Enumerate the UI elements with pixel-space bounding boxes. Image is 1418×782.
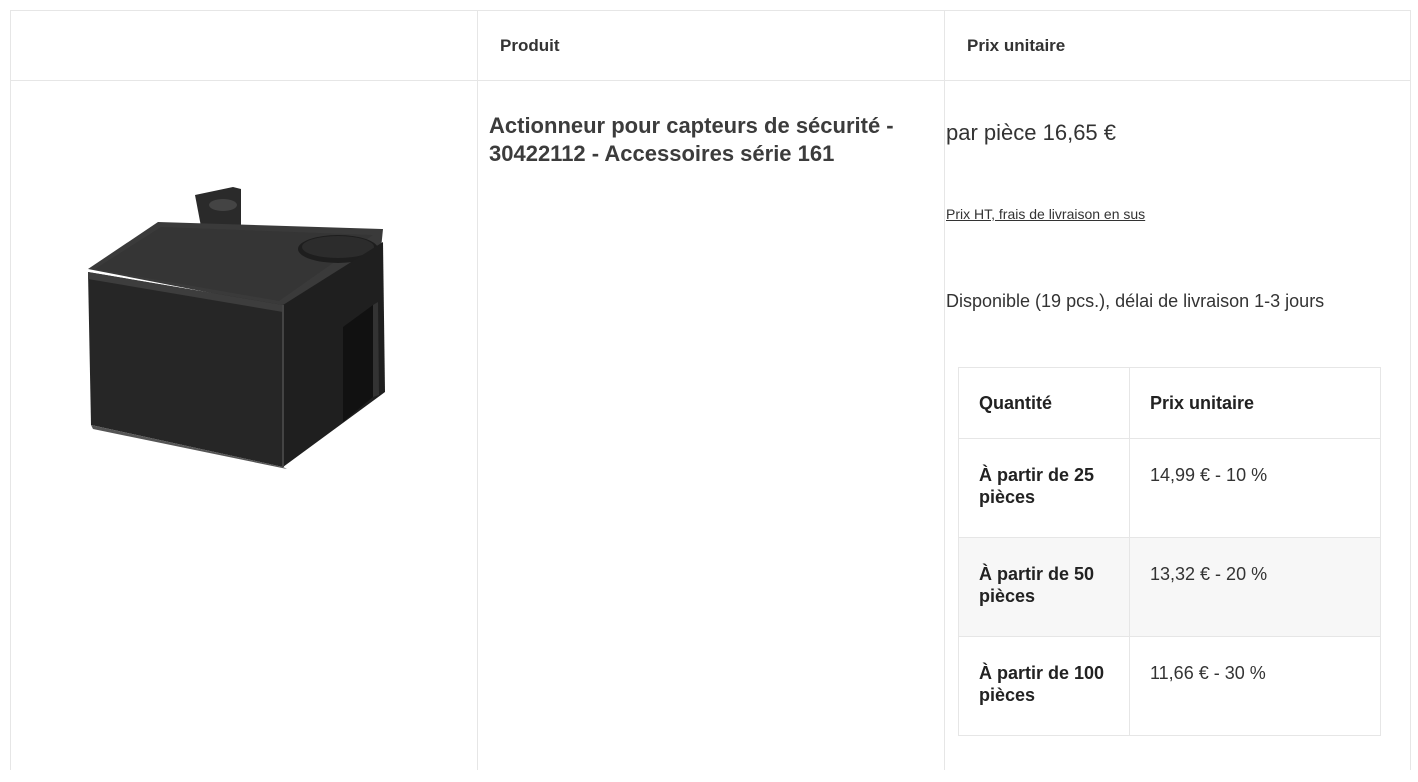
table-row: À partir de 100 pièces 11,66 € - 30 % <box>958 636 1381 736</box>
table-row: À partir de 50 pièces 13,32 € - 20 % <box>958 537 1381 637</box>
tier-price: 13,32 € - 20 % <box>1129 537 1381 637</box>
header-product: Produit <box>500 36 560 55</box>
header-divider <box>11 80 1410 81</box>
column-divider <box>944 11 945 770</box>
price-per-piece: par pièce 16,65 € <box>946 120 1117 145</box>
tier-header-row: Quantité Prix unitaire <box>958 367 1381 439</box>
product-image-cell <box>11 82 478 782</box>
tier-price-table: Quantité Prix unitaire À partir de 25 pi… <box>958 367 1381 736</box>
tier-header-unit-price: Prix unitaire <box>1129 367 1381 439</box>
table-row: À partir de 25 pièces 14,99 € - 10 % <box>958 438 1381 538</box>
header-unit-price: Prix unitaire <box>967 36 1066 55</box>
tier-price: 14,99 € - 10 % <box>1129 438 1381 538</box>
price-note-link[interactable]: Prix HT, frais de livraison en sus <box>946 206 1145 222</box>
product-title[interactable]: Actionneur pour capteurs de sécurité - 3… <box>489 112 899 168</box>
availability-text: Disponible (19 pcs.), délai de livraison… <box>946 291 1325 311</box>
tier-price: 11,66 € - 30 % <box>1129 636 1381 736</box>
tier-quantity: À partir de 100 pièces <box>958 636 1130 736</box>
tier-quantity: À partir de 50 pièces <box>958 537 1130 637</box>
tier-header-quantity: Quantité <box>958 367 1130 439</box>
black-actuator-block-image[interactable] <box>83 177 403 477</box>
tier-quantity: À partir de 25 pièces <box>958 438 1130 538</box>
